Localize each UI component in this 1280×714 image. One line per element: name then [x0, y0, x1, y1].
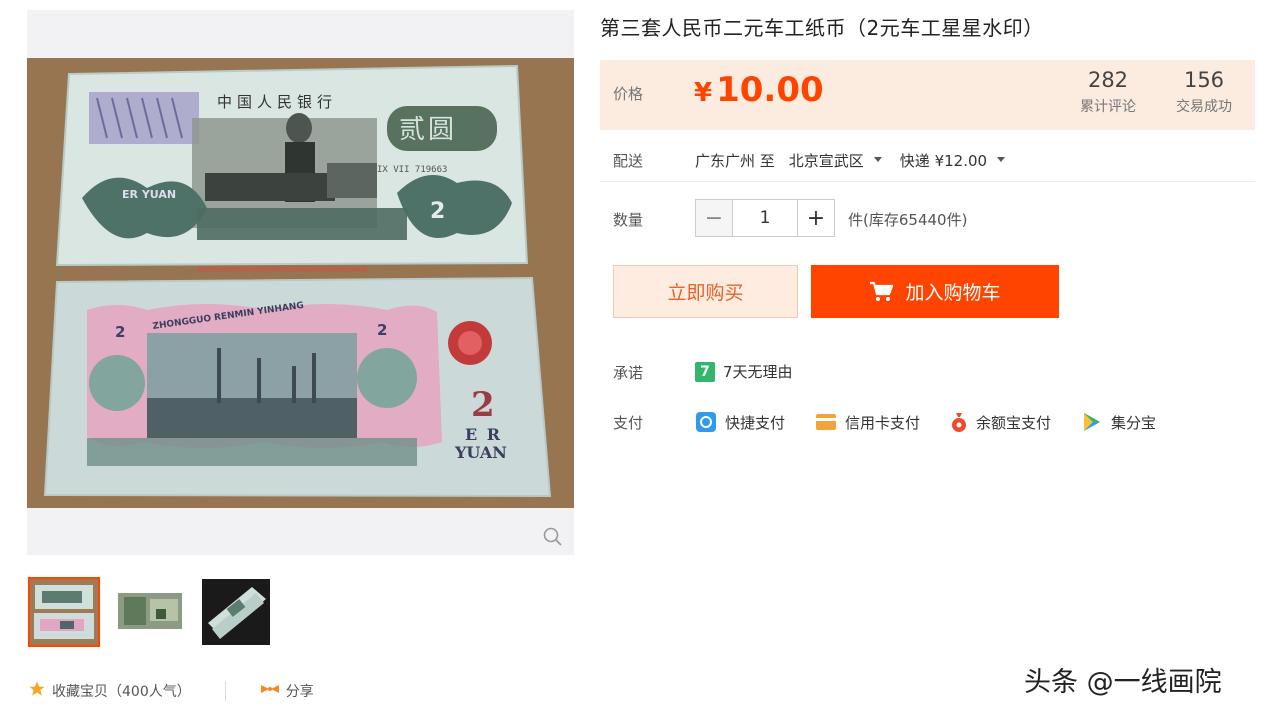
svg-text:中国人民银行: 中国人民银行 — [217, 93, 337, 111]
star-icon — [28, 680, 46, 702]
price-panel: 价格 ¥10.00 282 累计评论 156 交易成功 — [600, 60, 1255, 130]
shipping-method-select[interactable]: 快递 ¥12.00 — [900, 150, 1013, 171]
buy-now-button[interactable]: 立即购买 — [613, 265, 798, 318]
payment-quick-pay[interactable]: 快捷支付 — [695, 411, 785, 433]
banknote-front: 中国人民银行 贰圆 IX VII 719663 ER YUAN 2 — [55, 64, 529, 267]
stock-info: 件(库存65440件) — [848, 211, 968, 229]
main-product-photo[interactable]: 中国人民银行 贰圆 IX VII 719663 ER YUAN 2 ZHONGG… — [27, 58, 574, 508]
thumbnail-2[interactable] — [114, 577, 186, 647]
shipping-from: 广东广州 至 — [695, 152, 775, 170]
deal-count: 156 交易成功 — [1176, 68, 1232, 115]
promise-label: 承诺 — [613, 364, 644, 382]
money-bag-icon — [952, 413, 967, 432]
quantity-label: 数量 — [613, 211, 644, 229]
chevron-down-icon — [873, 157, 882, 162]
quantity-input[interactable]: 1 — [733, 199, 797, 237]
review-count[interactable]: 282 累计评论 — [1080, 68, 1136, 116]
payment-methods: 快捷支付 信用卡支付 余额宝支付 集分宝 — [695, 411, 1186, 433]
favorite-share-row: 收藏宝贝（400人气） 分享 — [28, 678, 314, 704]
banknote-back: ZHONGGUO RENMIN YINHANG 2 2 2 E R YUAN — [43, 276, 552, 498]
svg-text:IX VII 719663: IX VII 719663 — [377, 165, 447, 175]
divider — [600, 181, 1255, 182]
shipping-destination-select[interactable]: 北京宣武区 — [789, 150, 890, 171]
chevron-down-icon — [997, 157, 1006, 162]
svg-text:2: 2 — [115, 323, 125, 341]
svg-text:贰圆: 贰圆 — [399, 115, 457, 145]
product-title: 第三套人民币二元车工纸币（2元车工星星水印） — [600, 16, 1044, 40]
credit-card-icon — [816, 414, 837, 430]
thumbnail-1[interactable] — [28, 577, 100, 647]
add-to-cart-label: 加入购物车 — [905, 282, 1001, 304]
shipping-info: 广东广州 至 北京宣武区 快递 ¥12.00 — [695, 150, 1013, 171]
favorite-link[interactable]: 收藏宝贝（400人气） — [52, 681, 191, 701]
shield-icon — [696, 412, 716, 432]
seven-day-return-icon: 7 — [695, 361, 715, 382]
promise-info[interactable]: 7 7天无理由 — [695, 361, 793, 382]
price-value: ¥10.00 — [694, 70, 824, 110]
watermark-text: 头条 @一线画院 — [1024, 667, 1222, 698]
shipping-label: 配送 — [613, 152, 644, 170]
payment-yuebao[interactable]: 余额宝支付 — [950, 411, 1051, 433]
svg-text:2: 2 — [471, 385, 495, 425]
quantity-stepper: − 1 + — [695, 199, 835, 237]
thumbnail-3[interactable] — [200, 577, 272, 647]
share-link[interactable]: 分享 — [286, 681, 314, 701]
increase-quantity-button[interactable]: + — [797, 199, 835, 237]
share-icon — [260, 682, 280, 700]
add-to-cart-button[interactable]: 加入购物车 — [811, 265, 1059, 318]
price-label: 价格 — [613, 85, 644, 103]
payment-jifenbao[interactable]: 集分宝 — [1081, 411, 1156, 433]
divider — [224, 681, 226, 701]
promise-text: 7天无理由 — [723, 363, 793, 381]
svg-text:E R: E R — [465, 425, 502, 444]
zoom-icon[interactable] — [541, 525, 565, 549]
svg-text:YUAN: YUAN — [454, 443, 507, 462]
svg-text:2: 2 — [430, 199, 445, 224]
svg-text:ER YUAN: ER YUAN — [122, 188, 176, 201]
play-store-icon — [1084, 413, 1101, 431]
decrease-quantity-button[interactable]: − — [695, 199, 733, 237]
payment-label: 支付 — [613, 414, 644, 432]
payment-credit-card[interactable]: 信用卡支付 — [815, 412, 920, 433]
svg-text:2: 2 — [377, 321, 387, 339]
cart-icon — [870, 281, 894, 301]
